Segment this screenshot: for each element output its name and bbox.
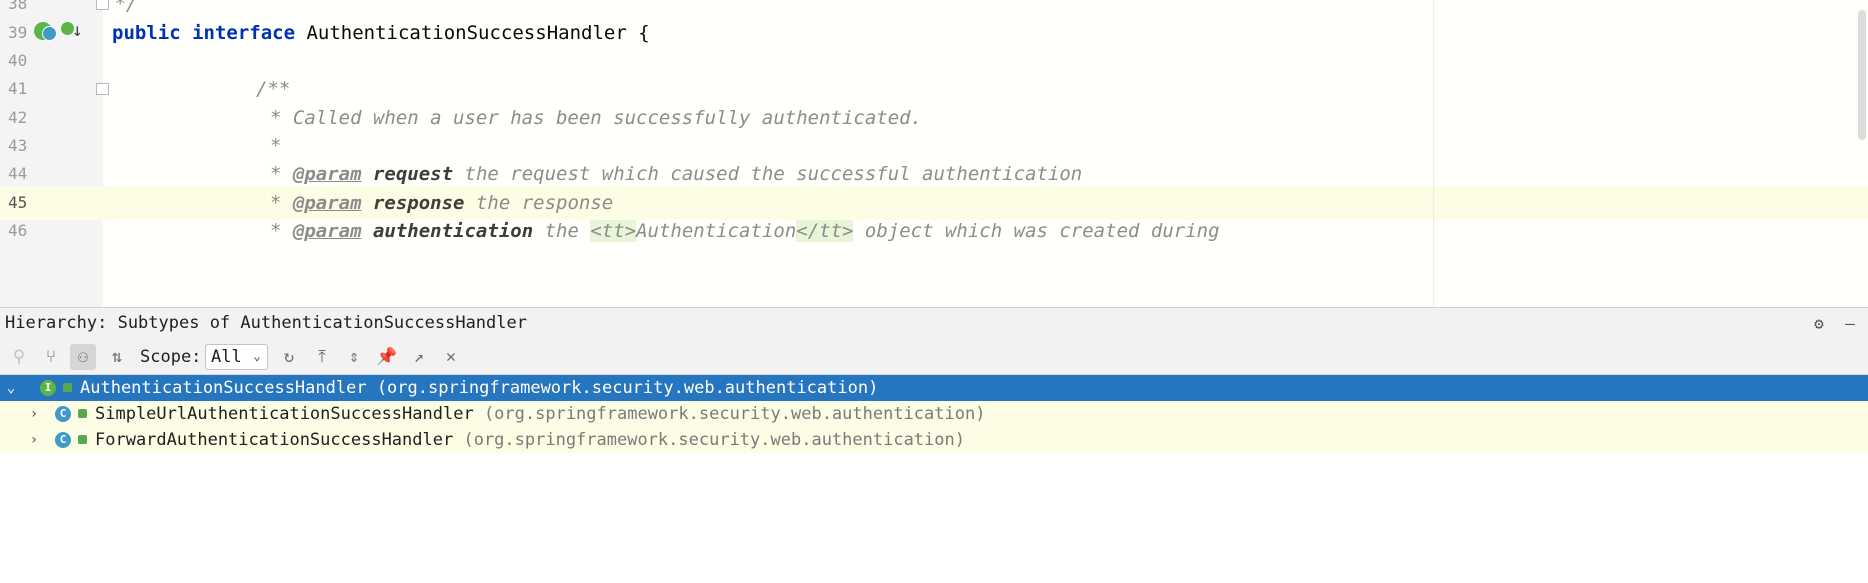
subtypes-icon[interactable]: ⚇ bbox=[70, 344, 96, 370]
code-editor[interactable]: 38 39 ↓ 40 41 42 43 44 45 46 */ public i… bbox=[0, 0, 1868, 307]
gutter-line-46: 46 bbox=[0, 214, 103, 248]
html-tag-close: </tt> bbox=[796, 220, 854, 242]
right-margin-guide bbox=[1433, 0, 1434, 307]
refresh-icon[interactable]: ↻ bbox=[276, 344, 302, 370]
keyword-text: public interface bbox=[112, 22, 296, 44]
param-name: response bbox=[372, 192, 465, 214]
interface-declaration: AuthenticationSuccessHandler { bbox=[295, 22, 650, 44]
code-area[interactable]: */ public interface AuthenticationSucces… bbox=[103, 0, 1868, 307]
javadoc-tag: @param bbox=[292, 192, 362, 214]
line-number: 46 bbox=[8, 221, 28, 240]
tree-item-label: AuthenticationSuccessHandler (org.spring… bbox=[80, 378, 879, 398]
tree-row[interactable]: › C ForwardAuthenticationSuccessHandler … bbox=[0, 427, 1868, 453]
chevron-right-icon[interactable]: › bbox=[26, 401, 42, 427]
tree-item-label: SimpleUrlAuthenticationSuccessHandler (o… bbox=[95, 404, 986, 424]
comment-text: the response bbox=[464, 192, 614, 214]
comment-star: * bbox=[270, 163, 293, 185]
javadoc-tag: @param bbox=[292, 220, 362, 242]
arrow-down-icon[interactable]: ↓ bbox=[72, 20, 83, 41]
html-tag-open: <tt> bbox=[590, 220, 637, 242]
supertypes-icon[interactable]: ⑂ bbox=[38, 344, 64, 370]
open-in-new-icon[interactable]: ↗ bbox=[406, 344, 432, 370]
class-icon: C bbox=[55, 432, 71, 448]
interface-icon: I bbox=[40, 380, 56, 396]
caller-hierarchy-icon[interactable]: ⚲ bbox=[6, 344, 32, 370]
close-icon[interactable]: ✕ bbox=[438, 344, 464, 370]
chevron-down-icon: ⌄ bbox=[253, 349, 261, 364]
editor-scrollbar[interactable] bbox=[1858, 10, 1866, 140]
param-name: request bbox=[372, 163, 454, 185]
hierarchy-title: Hierarchy: Subtypes of AuthenticationSuc… bbox=[5, 313, 527, 333]
comment-text: * bbox=[270, 135, 282, 157]
comment-text: the request which caused the successful … bbox=[453, 163, 1083, 185]
code-line-39: public interface AuthenticationSuccessHa… bbox=[112, 16, 1868, 50]
class-icon bbox=[42, 26, 57, 41]
comment-text: /** bbox=[256, 78, 291, 100]
comment-text: * Called when a user has been successful… bbox=[270, 107, 923, 129]
chevron-right-icon[interactable]: › bbox=[26, 427, 42, 453]
tree-row[interactable]: › C SimpleUrlAuthenticationSuccessHandle… bbox=[0, 401, 1868, 427]
minimize-icon[interactable]: — bbox=[1841, 315, 1859, 333]
scope-value: All bbox=[211, 347, 242, 367]
comment-text: object which was created during bbox=[853, 220, 1220, 242]
comment-text: the bbox=[533, 220, 591, 242]
hierarchy-toolbar: ⚲ ⑂ ⚇ ⇅ Scope: All ⌄ ↻ ⤒ ⇕ 📌 ↗ ✕ bbox=[0, 339, 1868, 375]
editor-gutter: 38 39 ↓ 40 41 42 43 44 45 46 bbox=[0, 0, 109, 307]
gutter-markers: ↓ bbox=[34, 20, 84, 44]
public-lock-icon bbox=[63, 383, 72, 392]
scope-label: Scope: bbox=[140, 347, 202, 367]
hierarchy-header: Hierarchy: Subtypes of AuthenticationSuc… bbox=[0, 307, 1868, 339]
pin-icon[interactable]: 📌 bbox=[374, 344, 400, 370]
comment-text: */ bbox=[103, 0, 138, 15]
public-lock-icon bbox=[78, 435, 87, 444]
tree-item-label: ForwardAuthenticationSuccessHandler (org… bbox=[95, 430, 965, 450]
gear-icon[interactable]: ⚙ bbox=[1810, 315, 1828, 333]
code-line-46: * @param authentication the <tt>Authenti… bbox=[270, 214, 1868, 248]
scope-dropdown[interactable]: All ⌄ bbox=[205, 344, 268, 370]
javadoc-tag: @param bbox=[292, 163, 362, 185]
hierarchy-tree[interactable]: ⌄ I AuthenticationSuccessHandler (org.sp… bbox=[0, 375, 1868, 507]
comment-star: * bbox=[270, 192, 293, 214]
tree-row[interactable]: ⌄ I AuthenticationSuccessHandler (org.sp… bbox=[0, 375, 1868, 401]
comment-star: * bbox=[270, 220, 293, 242]
comment-text: Authentication bbox=[636, 220, 797, 242]
public-lock-icon bbox=[78, 409, 87, 418]
class-icon: C bbox=[55, 406, 71, 422]
sort-alphabetically-icon[interactable]: ⇅ bbox=[104, 344, 130, 370]
param-name: authentication bbox=[372, 220, 534, 242]
expand-all-icon[interactable]: ⇕ bbox=[341, 344, 367, 370]
export-icon[interactable]: ⤒ bbox=[309, 344, 335, 370]
chevron-down-icon[interactable]: ⌄ bbox=[3, 375, 19, 401]
